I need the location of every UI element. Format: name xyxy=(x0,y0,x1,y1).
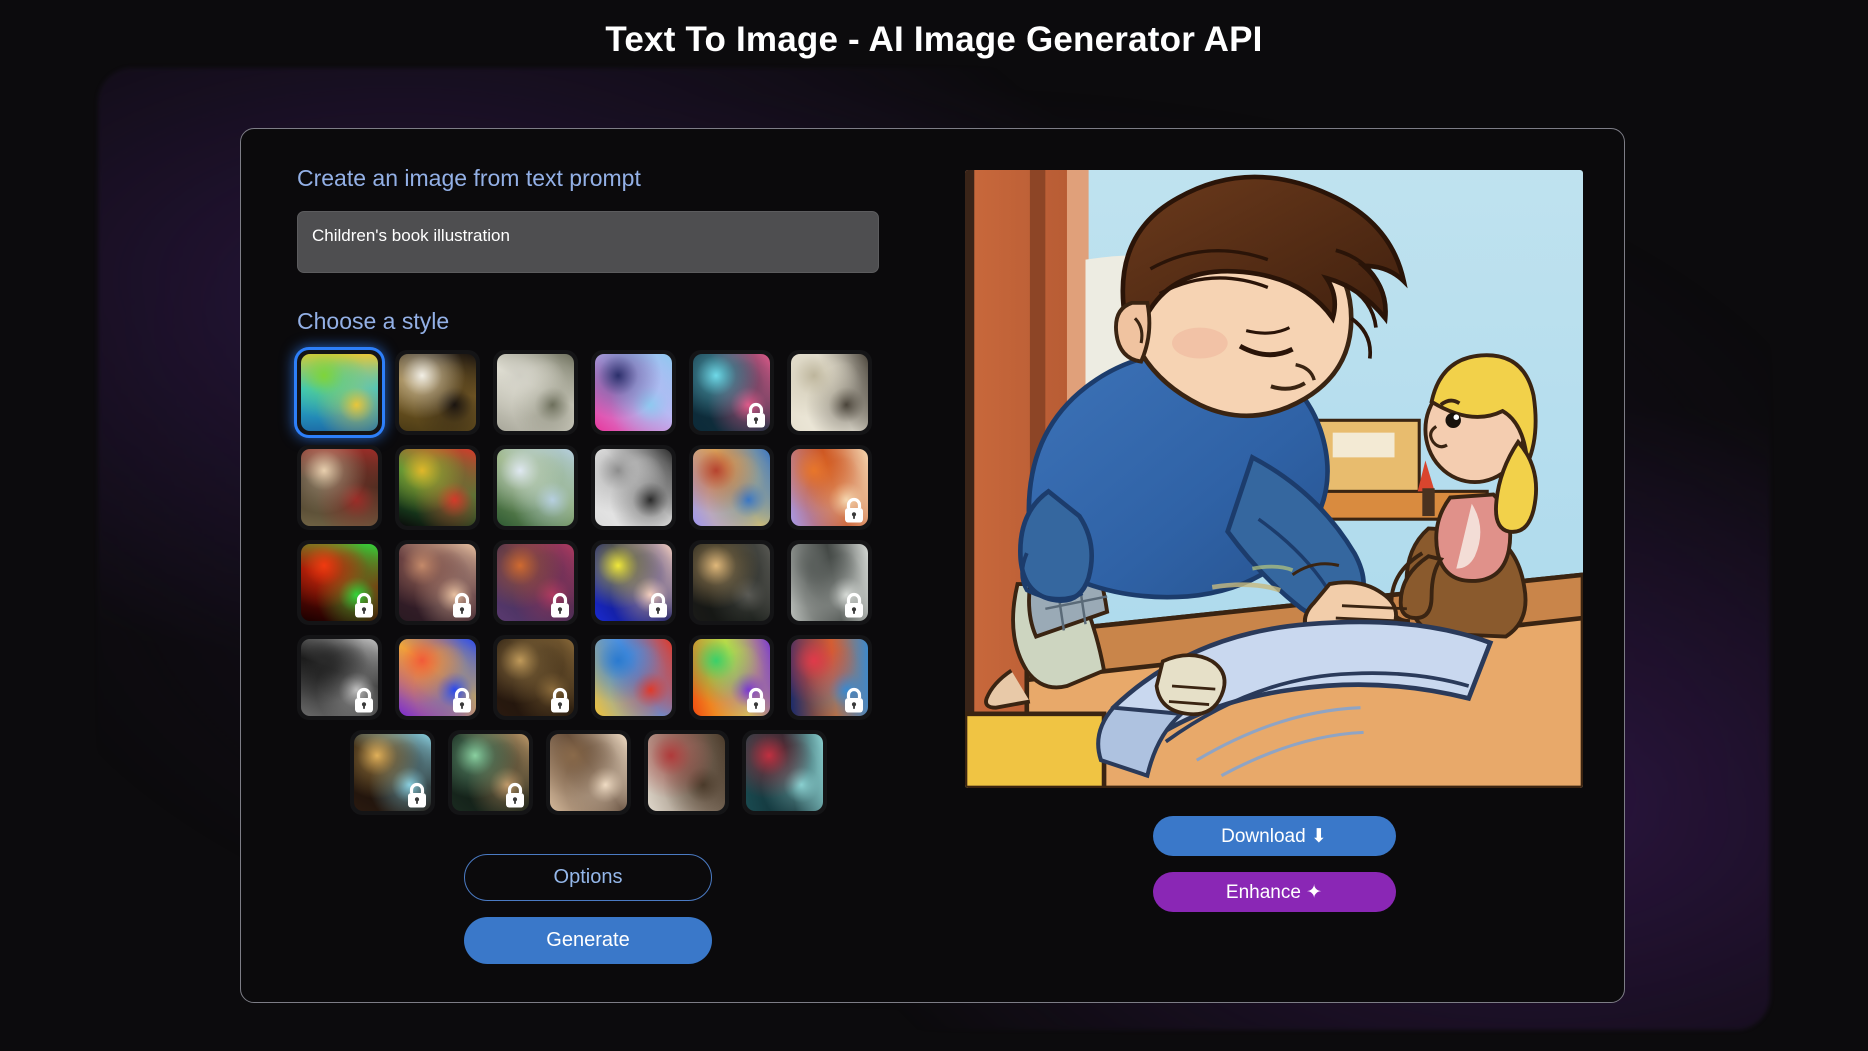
download-button[interactable]: Download ⬇ xyxy=(1152,816,1396,856)
style-thumb-art xyxy=(301,449,378,527)
enhance-button[interactable]: Enhance ✦ xyxy=(1152,872,1396,912)
form-column: Create an image from text prompt Choose … xyxy=(297,165,917,966)
generated-image-art xyxy=(965,170,1583,788)
options-button[interactable]: Options xyxy=(464,854,712,901)
style-thumb-art xyxy=(497,449,574,527)
style-thumb-ethereal-green-mist[interactable] xyxy=(447,730,533,816)
style-grid[interactable] xyxy=(297,350,879,816)
style-thumb-neon-rabbit-glow[interactable] xyxy=(395,635,480,721)
style-thumb-grey-cloud-study[interactable] xyxy=(787,540,872,626)
style-thumb-art xyxy=(497,354,574,432)
style-thumb-floral-still-life[interactable] xyxy=(395,445,480,531)
lock-icon xyxy=(747,688,765,713)
style-thumb-sepia-dust-scene[interactable] xyxy=(493,635,578,721)
left-action-buttons: Options Generate xyxy=(297,854,879,964)
generated-image[interactable] xyxy=(965,170,1583,788)
style-thumb-cute-fox-illustration[interactable] xyxy=(787,445,872,531)
style-thumb-art xyxy=(399,354,476,432)
style-thumb-thermal-skull[interactable] xyxy=(297,540,382,626)
style-thumb-charcoal-sketch[interactable] xyxy=(297,635,382,721)
lock-icon xyxy=(453,593,471,618)
style-thumb-dreamy-color-blur[interactable] xyxy=(493,540,578,626)
style-thumb-art xyxy=(399,449,476,527)
style-thumb-art xyxy=(693,449,770,527)
style-thumb-art xyxy=(595,449,672,527)
page-title: Text To Image - AI Image Generator API xyxy=(605,20,1263,59)
style-thumb-art xyxy=(745,734,823,812)
style-thumb-monochrome-line-art[interactable] xyxy=(591,445,676,531)
lock-icon xyxy=(355,688,373,713)
style-thumb-art xyxy=(549,734,627,812)
style-thumb-romantic-oil-portrait[interactable] xyxy=(643,730,729,816)
style-thumb-art xyxy=(693,544,770,622)
style-thumb-renaissance-portrait[interactable] xyxy=(297,445,382,531)
style-thumb-fractal-color-burst[interactable] xyxy=(787,635,872,721)
style-thumb-panda-portrait[interactable] xyxy=(395,350,480,436)
style-thumb-vintage-engraving[interactable] xyxy=(787,350,872,436)
lock-icon xyxy=(845,498,863,523)
style-thumb-isometric-3d-room[interactable] xyxy=(689,445,774,531)
style-row xyxy=(297,730,879,816)
lock-icon xyxy=(747,403,765,428)
style-thumb-misty-forest-painting[interactable] xyxy=(493,350,578,436)
lock-icon xyxy=(407,783,426,808)
style-row xyxy=(297,635,879,721)
app-page: Text To Image - AI Image Generator API C… xyxy=(0,0,1868,1051)
style-thumb-pop-art-portrait[interactable] xyxy=(591,540,676,626)
style-row xyxy=(297,540,879,626)
lock-icon xyxy=(551,593,569,618)
style-thumb-psychedelic-dragon[interactable] xyxy=(689,635,774,721)
style-label: Choose a style xyxy=(297,307,450,334)
style-thumb-art xyxy=(301,354,378,432)
prompt-label: Create an image from text prompt xyxy=(297,165,641,191)
style-thumb-impressionist-ballet[interactable] xyxy=(493,445,578,531)
style-thumb-art xyxy=(791,354,868,432)
style-thumb-art xyxy=(647,734,725,812)
style-thumb-app-icon-set[interactable] xyxy=(591,635,676,721)
result-action-buttons: Download ⬇ Enhance ✦ xyxy=(1152,816,1396,912)
style-thumb-art xyxy=(595,639,672,717)
generate-button[interactable]: Generate xyxy=(464,917,712,964)
lock-icon xyxy=(649,593,667,618)
style-thumb-classical-figure-study[interactable] xyxy=(545,730,631,816)
style-row xyxy=(297,350,879,436)
lock-icon xyxy=(551,688,569,713)
lock-icon xyxy=(845,688,863,713)
lock-icon xyxy=(355,593,373,618)
lock-icon xyxy=(505,783,524,808)
prompt-input[interactable] xyxy=(297,210,879,273)
lock-icon xyxy=(845,593,863,618)
style-thumb-neon-portrait[interactable] xyxy=(689,350,774,436)
generator-card: Create an image from text prompt Choose … xyxy=(240,128,1625,1003)
style-thumb-teal-crimson-portrait[interactable] xyxy=(741,730,827,816)
style-thumb-cyberpunk-robot[interactable] xyxy=(591,350,676,436)
style-thumb-art xyxy=(595,354,672,432)
style-thumb-soft-glow-portrait[interactable] xyxy=(395,540,480,626)
style-thumb-golden-fantasy-figure[interactable] xyxy=(349,730,435,816)
style-row xyxy=(297,445,879,531)
style-thumb-modern-architecture[interactable] xyxy=(689,540,774,626)
lock-icon xyxy=(453,688,471,713)
style-thumb-vivid-abstract-landscape[interactable] xyxy=(297,350,382,436)
result-column: Download ⬇ Enhance ✦ xyxy=(965,165,1583,966)
